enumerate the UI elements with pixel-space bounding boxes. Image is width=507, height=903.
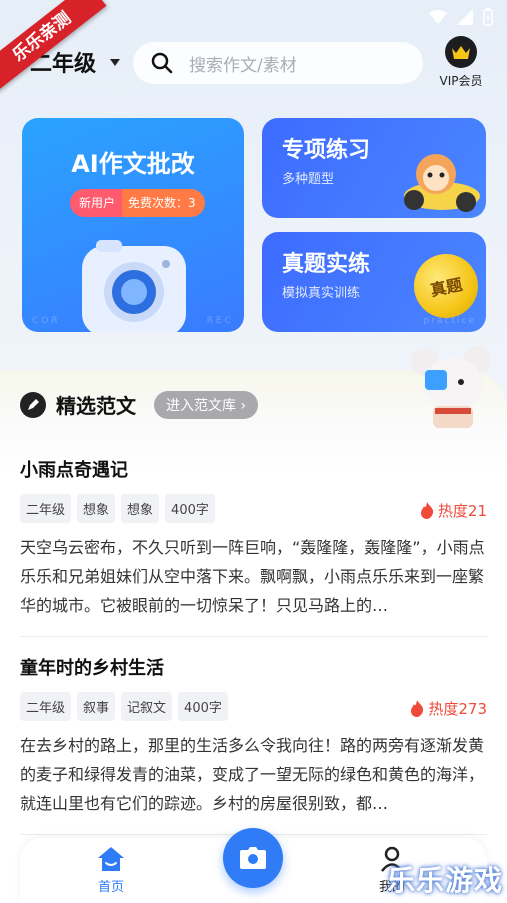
free-count-label: 免费次数：3 bbox=[122, 189, 205, 217]
special-card-subtitle: 多种题型 bbox=[282, 172, 335, 187]
essay-card[interactable]: 童年时的乡村生活 二年级 叙事 记叙文 400字 热度273 在去乡村的路上，那… bbox=[20, 654, 487, 818]
real-card-subtitle: 模拟真实训练 bbox=[282, 286, 361, 301]
section-title: 精选范文 bbox=[56, 394, 136, 418]
ai-card-title: AI作文批改 bbox=[71, 150, 195, 178]
real-exam-coin-icon: 真题 bbox=[408, 248, 484, 324]
heat-indicator: 热度273 bbox=[410, 698, 487, 719]
essay-tag: 叙事 bbox=[77, 692, 116, 721]
special-card-title: 专项练习 bbox=[282, 138, 371, 163]
enter-essay-library-label: 进入范文库 bbox=[166, 397, 236, 414]
camera-button[interactable] bbox=[223, 828, 283, 888]
crown-icon bbox=[445, 36, 477, 68]
heat-indicator: 热度21 bbox=[420, 500, 487, 521]
enter-essay-library-button[interactable]: 进入范文库 › bbox=[154, 390, 259, 419]
pen-icon bbox=[20, 391, 46, 418]
new-user-label: 新用户 bbox=[70, 189, 123, 217]
nav-home-label: 首页 bbox=[97, 880, 124, 895]
essay-tag: 想象 bbox=[121, 494, 160, 523]
essay-tag: 400字 bbox=[178, 692, 228, 721]
caret-down-icon bbox=[110, 58, 121, 66]
essay-tag: 二年级 bbox=[20, 692, 72, 721]
special-practice-card[interactable]: 专项练习 多种题型 bbox=[262, 118, 486, 218]
ai-correction-card[interactable]: AI作文批改 新用户 免费次数：3 COR REC bbox=[22, 118, 244, 332]
wifi-icon bbox=[429, 10, 447, 24]
divider bbox=[20, 636, 487, 637]
essay-title: 童年时的乡村生活 bbox=[20, 658, 164, 679]
vip-label: VIP会员 bbox=[439, 74, 483, 88]
battery-icon bbox=[483, 8, 493, 26]
essay-tag: 想象 bbox=[77, 494, 116, 523]
home-icon bbox=[98, 847, 124, 871]
real-card-title: 真题实练 bbox=[282, 252, 371, 277]
heat-value: 热度273 bbox=[428, 700, 487, 718]
search-bar[interactable]: 搜索作文/素材 bbox=[133, 42, 423, 84]
free-trial-badge: 新用户 免费次数：3 bbox=[70, 189, 205, 217]
camera-icon bbox=[240, 847, 266, 869]
flame-icon bbox=[420, 502, 434, 519]
site-watermark: 乐乐游戏 bbox=[386, 864, 503, 897]
search-icon bbox=[151, 52, 173, 74]
chevron-right-icon: › bbox=[240, 397, 247, 414]
section-header: 精选范文 进入范文库 › bbox=[20, 390, 259, 419]
vip-button[interactable]: VIP会员 bbox=[435, 36, 487, 89]
essay-card[interactable]: 小雨点奇遇记 二年级 想象 想象 400字 热度21 天空乌云密布，不久只听到一… bbox=[20, 456, 487, 620]
essay-tag: 二年级 bbox=[20, 494, 72, 523]
search-placeholder: 搜索作文/素材 bbox=[189, 55, 297, 76]
flame-icon bbox=[411, 700, 424, 717]
essay-tags: 二年级 想象 想象 400字 bbox=[20, 494, 487, 523]
heat-value: 热度21 bbox=[437, 502, 487, 520]
nav-home[interactable]: 首页 bbox=[97, 846, 125, 895]
real-exam-card[interactable]: 真题实练 模拟真实训练 真题 practice bbox=[262, 232, 486, 332]
hamster-car-illustration bbox=[404, 154, 480, 212]
real-card-watermark: practice bbox=[423, 316, 476, 326]
essay-excerpt: 天空乌云密布，不久只听到一阵巨响，“轰隆隆，轰隆隆”，小雨点乐乐和兄弟姐妹们从空… bbox=[20, 538, 485, 615]
essay-title: 小雨点奇遇记 bbox=[20, 460, 128, 481]
ai-card-watermark: COR REC bbox=[32, 316, 234, 326]
essay-excerpt: 在去乡村的路上，那里的生活多么令我向往！路的两旁有逐渐发黄的麦子和绿得发青的油菜… bbox=[20, 736, 485, 813]
mouse-mascot-illustration bbox=[411, 346, 491, 428]
signal-icon bbox=[457, 9, 473, 25]
essay-tag: 记叙文 bbox=[121, 692, 173, 721]
essay-tag: 400字 bbox=[165, 494, 215, 523]
